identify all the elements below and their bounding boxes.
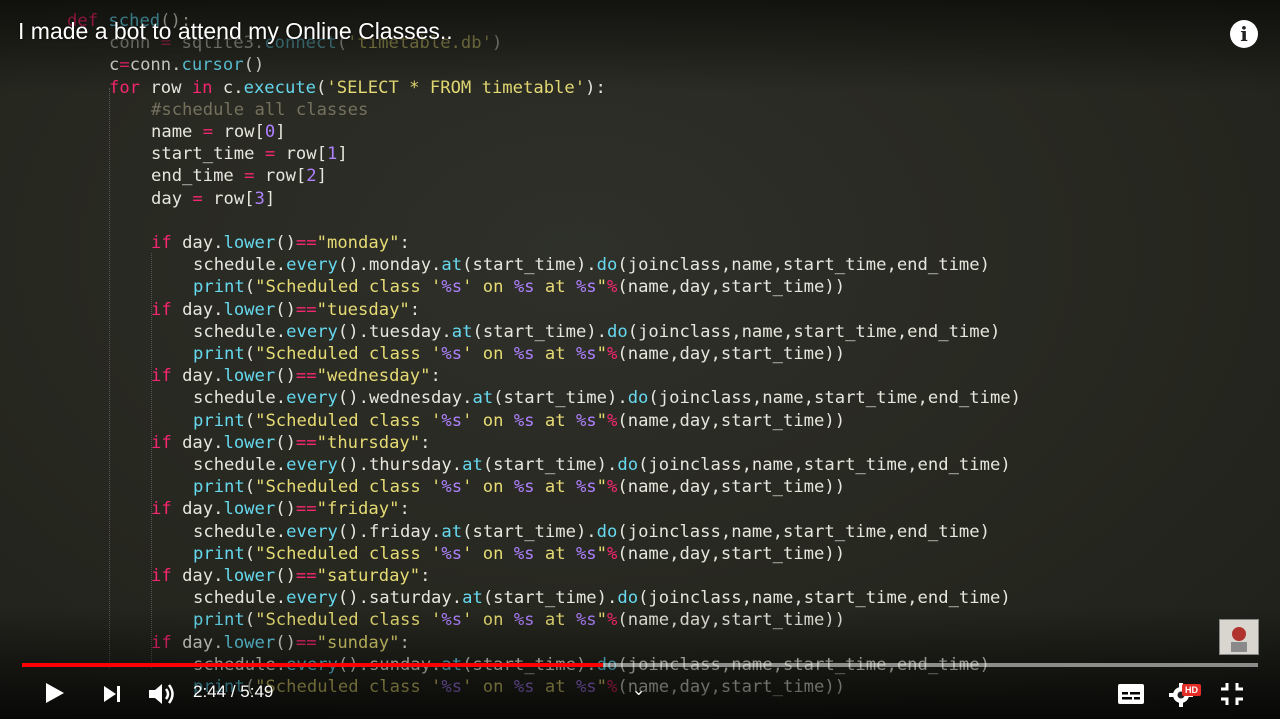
code-line: if day.lower()=="thursday":	[151, 432, 431, 453]
next-button[interactable]	[101, 683, 123, 709]
code-line: schedule.every().friday.at(start_time).d…	[193, 521, 990, 542]
volume-icon	[149, 684, 174, 704]
duration: 5:49	[240, 682, 274, 701]
code-line: end_time = row[2]	[151, 166, 327, 187]
top-gradient	[0, 0, 1280, 90]
code-line: print("Scheduled class '%s' on %s at %s"…	[193, 277, 846, 298]
code-line: if day.lower()=="saturday":	[151, 566, 431, 586]
code-line: if day.lower()=="wednesday":	[151, 366, 441, 387]
code-line: if day.lower()=="monday":	[151, 233, 410, 253]
indent-guide	[109, 88, 110, 668]
code-line: print("Scheduled class '%s' on %s at %s"…	[193, 410, 846, 431]
progress-played	[22, 663, 603, 667]
code-line: schedule.every().tuesday.at(start_time).…	[193, 321, 1001, 342]
subtitles-button[interactable]	[1117, 683, 1145, 709]
code-line: start_time = row[1]	[151, 144, 348, 165]
play-icon	[46, 683, 64, 703]
hd-badge: HD	[1182, 684, 1201, 696]
code-line: if day.lower()=="tuesday":	[151, 299, 421, 320]
code-line: schedule.every().saturday.at(start_time)…	[193, 588, 1011, 609]
chevron-down-icon[interactable]: ⌄	[632, 680, 645, 699]
info-icon[interactable]: i	[1230, 20, 1258, 48]
exit-fullscreen-button[interactable]	[1219, 681, 1245, 711]
code-line: schedule.every().wednesday.at(start_time…	[193, 388, 1022, 409]
code-line: schedule.every().thursday.at(start_time)…	[193, 455, 1011, 475]
code-line: if day.lower()=="friday":	[151, 499, 410, 520]
code-line: print("Scheduled class '%s' on %s at %s"…	[193, 344, 846, 364]
next-icon	[104, 686, 120, 702]
time-separator: /	[226, 682, 241, 701]
code-line: day = row[3]	[151, 188, 276, 209]
code-line: #schedule all classes	[151, 99, 369, 120]
code-line: print("Scheduled class '%s' on %s at %s"…	[193, 477, 846, 498]
time-display: 2:44 / 5:49	[193, 682, 273, 702]
play-button[interactable]	[42, 681, 66, 709]
indent-guide	[151, 253, 152, 668]
exit-fullscreen-icon	[1221, 683, 1243, 705]
code-line: schedule.every().monday.at(start_time).d…	[193, 255, 990, 276]
code-line: name = row[0]	[151, 122, 286, 142]
subtitles-icon	[1118, 684, 1144, 704]
progress-bar[interactable]	[22, 663, 1258, 667]
code-line: print("Scheduled class '%s' on %s at %s"…	[193, 543, 846, 564]
channel-avatar[interactable]	[1219, 619, 1259, 655]
mute-button[interactable]	[147, 680, 177, 712]
current-time: 2:44	[193, 682, 227, 701]
video-title[interactable]: I made a bot to attend my Online Classes…	[18, 18, 453, 45]
